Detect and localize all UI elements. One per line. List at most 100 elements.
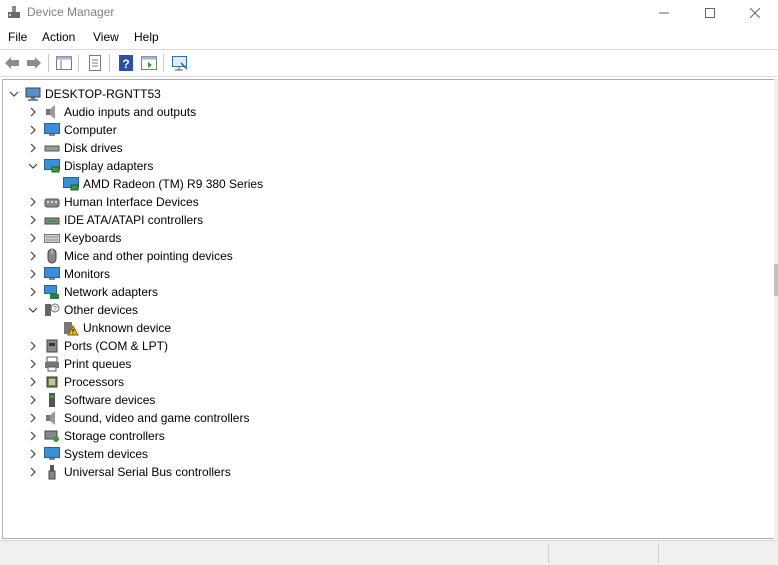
chevron-right-icon[interactable]: [26, 285, 40, 299]
tree-item-label: Software devices: [64, 393, 156, 407]
tree-item-label: AMD Radeon (TM) R9 380 Series: [83, 177, 264, 191]
tree-item-category[interactable]: Disk drives: [26, 139, 123, 157]
tree-item-label: Unknown device: [83, 321, 172, 335]
properties-button[interactable]: [85, 53, 105, 73]
tree-item-category[interactable]: Ports (COM & LPT): [26, 337, 168, 355]
chevron-right-icon[interactable]: [26, 213, 40, 227]
chevron-right-icon[interactable]: [26, 249, 40, 263]
chevron-right-icon[interactable]: [26, 357, 40, 371]
speaker-icon: [44, 104, 60, 120]
chevron-down-icon[interactable]: [7, 87, 21, 101]
chevron-right-icon[interactable]: [26, 105, 40, 119]
back-arrow-icon: [5, 57, 19, 69]
usb-icon: [44, 464, 60, 480]
chevron-right-icon[interactable]: [26, 393, 40, 407]
scan-hardware-changes-button[interactable]: [170, 53, 190, 73]
computer-icon: [44, 122, 60, 138]
display-adapter-icon: [44, 158, 60, 174]
minimize-icon: [659, 12, 669, 14]
tree-item-device[interactable]: Unknown device: [45, 319, 171, 337]
show-hide-console-tree-button[interactable]: [54, 53, 74, 73]
chevron-right-icon[interactable]: [26, 339, 40, 353]
status-bar: [0, 540, 778, 565]
tree-item-category[interactable]: Software devices: [26, 391, 155, 409]
device-manager-icon: [8, 6, 20, 18]
tree-item-category[interactable]: Storage controllers: [26, 427, 165, 445]
scrollbar-thumb[interactable]: [774, 264, 778, 296]
storage-controller-icon: [44, 428, 60, 444]
close-button[interactable]: [732, 0, 778, 26]
chevron-right-icon[interactable]: [26, 123, 40, 137]
tree-item-category[interactable]: Display adapters: [26, 157, 153, 175]
forward-arrow-icon: [27, 57, 41, 69]
tree-item-label: DESKTOP-RGNTT53: [45, 87, 161, 101]
tree-item-category[interactable]: Computer: [26, 121, 117, 139]
unknown-device-warning-icon: [63, 320, 79, 336]
minimize-button[interactable]: [641, 0, 687, 26]
menu-file[interactable]: File: [8, 30, 27, 44]
computer-root-icon: [25, 86, 41, 102]
chevron-right-icon[interactable]: [26, 429, 40, 443]
tree-item-label: Storage controllers: [64, 429, 165, 443]
tree-item-category[interactable]: Sound, video and game controllers: [26, 409, 249, 427]
hid-icon: [44, 194, 60, 210]
chevron-right-icon[interactable]: [26, 465, 40, 479]
network-adapter-icon: [44, 284, 60, 300]
mouse-icon: [44, 248, 60, 264]
tree-root-node[interactable]: DESKTOP-RGNTT53: [7, 85, 161, 103]
tree-item-category[interactable]: Mice and other pointing devices: [26, 247, 233, 265]
tree-item-category[interactable]: Keyboards: [26, 229, 121, 247]
keyboard-icon: [44, 230, 60, 246]
tree-item-category[interactable]: Universal Serial Bus controllers: [26, 463, 231, 481]
chevron-right-icon[interactable]: [26, 141, 40, 155]
tree-item-label: Universal Serial Bus controllers: [64, 465, 231, 479]
menu-help[interactable]: Help: [134, 30, 159, 44]
menu-view[interactable]: View: [93, 30, 119, 44]
printer-icon: [44, 356, 60, 372]
tree-item-category[interactable]: ? Other devices: [26, 301, 138, 319]
tree-item-category[interactable]: Print queues: [26, 355, 131, 373]
menu-action[interactable]: Action: [42, 30, 75, 44]
help-button[interactable]: ?: [116, 53, 136, 73]
chevron-right-icon[interactable]: [26, 375, 40, 389]
tree-item-category[interactable]: Network adapters: [26, 283, 158, 301]
tree-item-label: Sound, video and game controllers: [64, 411, 250, 425]
tree-item-label: Network adapters: [64, 285, 159, 299]
chevron-right-icon[interactable]: [26, 267, 40, 281]
tree-item-category[interactable]: Audio inputs and outputs: [26, 103, 196, 121]
maximize-button[interactable]: [687, 0, 733, 26]
chevron-right-icon[interactable]: [26, 411, 40, 425]
scan-monitor-icon: [172, 56, 188, 71]
chevron-down-icon[interactable]: [26, 303, 40, 317]
system-device-icon: [44, 446, 60, 462]
toolbar: ?: [0, 49, 778, 77]
tree-item-label: Mice and other pointing devices: [64, 249, 233, 263]
chevron-right-icon[interactable]: [26, 231, 40, 245]
chevron-right-icon[interactable]: [26, 447, 40, 461]
tree-item-category[interactable]: Processors: [26, 373, 124, 391]
chevron-right-icon[interactable]: [26, 195, 40, 209]
tree-item-category[interactable]: System devices: [26, 445, 148, 463]
vertical-scrollbar[interactable]: [774, 79, 778, 539]
update-driver-button[interactable]: [139, 53, 159, 73]
update-driver-icon: [141, 56, 157, 70]
chevron-down-icon[interactable]: [26, 159, 40, 173]
speaker-icon: [44, 410, 60, 426]
port-icon: [44, 338, 60, 354]
tree-item-label: Print queues: [64, 357, 132, 371]
forward-button[interactable]: [24, 53, 44, 73]
maximize-icon: [705, 8, 715, 18]
tree-item-label: Processors: [64, 375, 125, 389]
console-tree-icon: [56, 56, 72, 70]
tree-item-category[interactable]: Human Interface Devices: [26, 193, 199, 211]
status-section: [548, 543, 659, 563]
disk-drive-icon: [44, 140, 60, 156]
svg-text:?: ?: [122, 57, 129, 71]
back-button[interactable]: [2, 53, 22, 73]
tree-item-category[interactable]: IDE ATA/ATAPI controllers: [26, 211, 203, 229]
tree-item-category[interactable]: Monitors: [26, 265, 110, 283]
tree-item-device[interactable]: AMD Radeon (TM) R9 380 Series: [45, 175, 263, 193]
close-icon: [750, 8, 760, 18]
tree-item-label: Audio inputs and outputs: [64, 105, 197, 119]
status-section: [658, 543, 776, 563]
